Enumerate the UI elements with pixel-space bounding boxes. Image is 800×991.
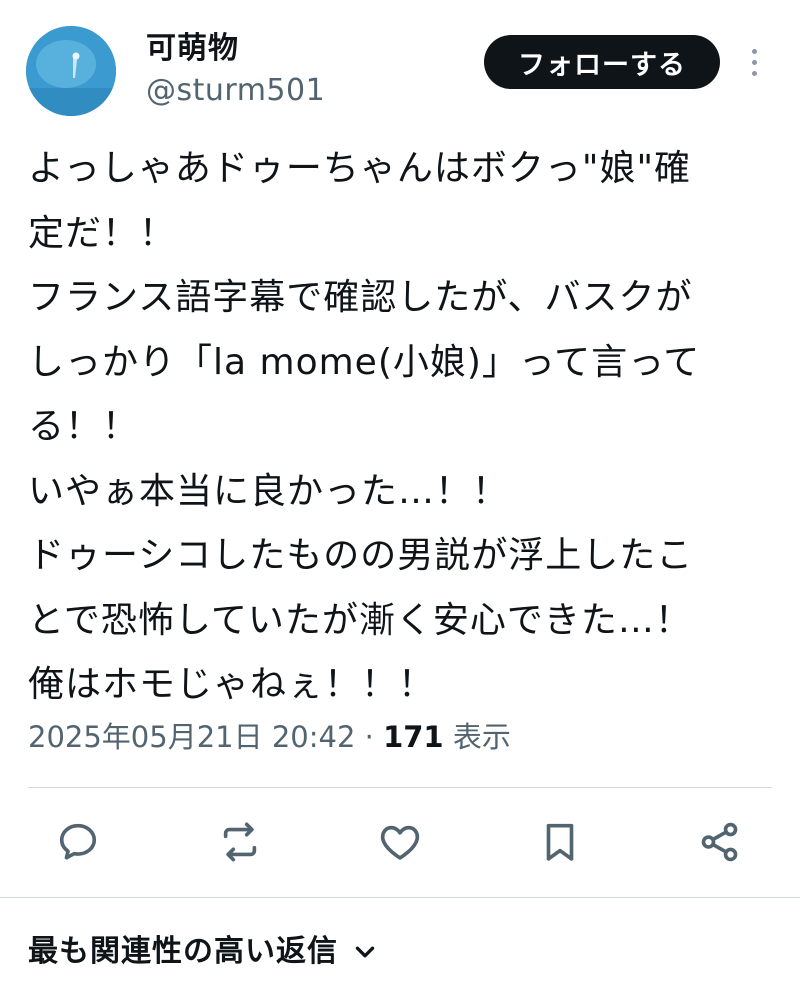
- views-label: 表示: [443, 720, 511, 754]
- bookmark-icon: [546, 823, 574, 861]
- tweet-detail: 可萌物 @sturm501 フォローする よっしゃあドゥーちゃんはボクっ"娘"確…: [0, 0, 800, 991]
- replies-sort-label: 最も関連性の高い返信: [28, 934, 338, 969]
- divider: [28, 787, 772, 788]
- divider: [0, 897, 800, 898]
- tweet-line: とで恐怖していたが漸く安心できた…！: [28, 599, 692, 641]
- tweet-line: 俺はホモじゃねぇ！！！: [28, 664, 436, 705]
- action-bar: [0, 812, 800, 874]
- more-vertical-icon-dot: [751, 59, 757, 65]
- avatar-image: [26, 26, 116, 116]
- replies-sort-dropdown[interactable]: 最も関連性の高い返信: [28, 928, 378, 976]
- tweet-line: 定だ！！: [28, 212, 177, 254]
- bookmark-button[interactable]: [530, 812, 590, 872]
- tweet-line: フランス語字幕で確認したが、バスクが: [28, 277, 693, 318]
- meta-separator: ·: [355, 720, 384, 754]
- avatar[interactable]: [26, 26, 116, 116]
- tweet-line: いやぁ本当に良かった…！！: [28, 470, 510, 512]
- like-button[interactable]: [370, 812, 430, 872]
- more-vertical-icon: [751, 48, 757, 54]
- tweet-line: ドゥーシコしたものの男説が浮上したこ: [28, 535, 694, 576]
- reply-icon: [59, 823, 97, 860]
- display-name[interactable]: 可萌物: [146, 30, 239, 68]
- tweet-line: しっかり「la mome(小娘)」って言って: [28, 341, 701, 383]
- heart-icon: [380, 825, 420, 860]
- reply-button[interactable]: [48, 812, 108, 872]
- share-button[interactable]: [690, 812, 750, 872]
- repost-icon: [223, 822, 257, 862]
- tweet-line: る！！: [28, 406, 140, 447]
- tweet-text: よっしゃあドゥーちゃんはボクっ"娘"確 定だ！！ フランス語字幕で確認したが、バ…: [28, 137, 776, 718]
- repost-button[interactable]: [210, 812, 270, 872]
- more-options-button[interactable]: [738, 40, 770, 84]
- timestamp[interactable]: 2025年05月21日 20:42: [28, 720, 355, 754]
- follow-button[interactable]: フォローする: [484, 35, 720, 89]
- tweet-line: よっしゃあドゥーちゃんはボクっ"娘"確: [28, 148, 692, 189]
- more-vertical-icon-dot: [751, 70, 757, 76]
- share-icon: [701, 822, 738, 862]
- views-count: 171: [383, 720, 444, 754]
- user-handle[interactable]: @sturm501: [146, 72, 325, 110]
- tweet-meta: 2025年05月21日 20:42 · 171 表示: [28, 714, 511, 760]
- chevron-down-icon: [355, 946, 375, 958]
